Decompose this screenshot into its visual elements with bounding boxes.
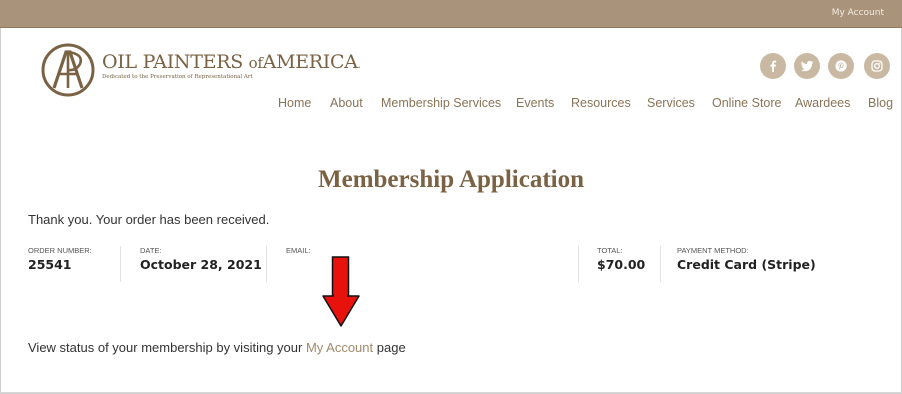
payment-method-label: PAYMENT METHOD: — [677, 246, 749, 255]
nav-item-home[interactable]: Home — [278, 96, 311, 110]
order-number-label: ORDER NUMBER: — [28, 246, 92, 255]
logo-word-america: AMERICA — [262, 51, 358, 73]
order-total-label: TOTAL: — [597, 246, 623, 255]
oil-painters-emblem-icon — [41, 43, 95, 97]
status-suffix: page — [373, 340, 406, 355]
order-date-block: DATE: October 28, 2021 — [140, 246, 262, 272]
nav-item-about[interactable]: About — [330, 96, 363, 110]
logo-word-oil: OIL — [102, 51, 137, 73]
thank-you-message: Thank you. Your order has been received. — [28, 212, 270, 227]
instagram-icon — [871, 60, 883, 72]
nav-item-services[interactable]: Services — [647, 96, 695, 110]
logo-trailing-dot: . — [357, 60, 361, 71]
pinterest-button[interactable] — [828, 53, 854, 79]
my-account-page-link[interactable]: My Account — [306, 340, 373, 355]
order-total-block: TOTAL: $70.00 — [597, 246, 645, 272]
order-number-value: 25541 — [28, 257, 72, 272]
payment-method-value: Credit Card (Stripe) — [677, 257, 816, 272]
twitter-icon — [800, 60, 813, 72]
nav-item-events[interactable]: Events — [516, 96, 554, 110]
logo-word-painters: PAINTERS — [142, 51, 244, 73]
order-divider — [578, 246, 579, 282]
facebook-icon — [770, 60, 777, 72]
order-divider — [120, 246, 121, 282]
page-title: Membership Application — [318, 166, 584, 193]
logo-tagline: Dedicated to the Preservation of Represe… — [102, 74, 253, 80]
order-date-value: October 28, 2021 — [140, 257, 262, 272]
nav-item-awardees[interactable]: Awardees — [795, 96, 850, 110]
instagram-button[interactable] — [864, 53, 890, 79]
top-bar: My Account — [0, 0, 902, 28]
twitter-button[interactable] — [794, 53, 820, 79]
facebook-button[interactable] — [760, 53, 786, 79]
nav-item-membership-services[interactable]: Membership Services — [381, 96, 501, 110]
red-down-arrow-icon — [322, 256, 360, 327]
order-email-label: EMAIL: — [286, 246, 311, 255]
nav-item-blog[interactable]: Blog — [868, 96, 893, 110]
order-total-value: $70.00 — [597, 257, 646, 272]
order-email-block: EMAIL: — [286, 246, 311, 257]
bottom-divider — [0, 392, 902, 393]
payment-method-block: PAYMENT METHOD: Credit Card (Stripe) — [677, 246, 816, 272]
status-prefix: View status of your membership by visiti… — [28, 340, 306, 355]
order-date-label: DATE: — [140, 246, 162, 255]
order-divider — [660, 246, 661, 282]
order-divider — [266, 246, 267, 282]
membership-status-text: View status of your membership by visiti… — [28, 340, 406, 355]
order-number-block: ORDER NUMBER: 25541 — [28, 246, 92, 272]
pinterest-icon — [835, 60, 847, 72]
nav-item-resources[interactable]: Resources — [571, 96, 631, 110]
my-account-link[interactable]: My Account — [832, 8, 884, 18]
nav-item-online-store[interactable]: Online Store — [712, 96, 781, 110]
site-logo[interactable]: OIL PAINTERS ofAMERICA. Dedicated to the… — [40, 42, 361, 98]
logo-word-of: of — [248, 54, 263, 72]
logo-name: OIL PAINTERS ofAMERICA. — [102, 51, 361, 73]
